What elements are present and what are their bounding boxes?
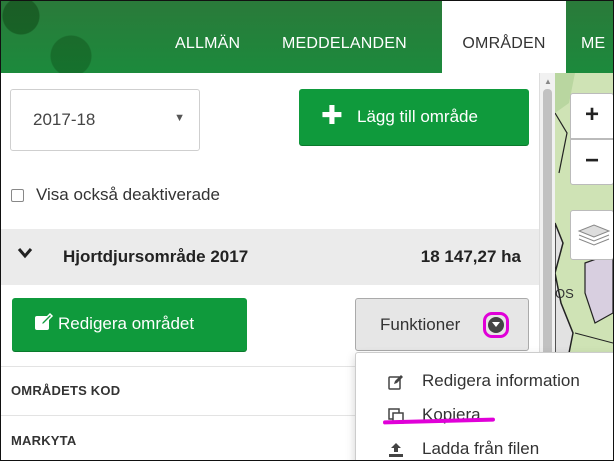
area-size: 18 147,27 ha <box>420 247 521 266</box>
plus-icon: ✚ <box>321 100 343 130</box>
season-select-value: 2017-18 <box>33 110 96 129</box>
add-area-button[interactable]: ✚ Lägg till område <box>299 89 529 145</box>
functions-menu: Redigera information Kopiera Ladda från … <box>355 352 613 460</box>
zoom-out-button[interactable]: − <box>570 139 613 185</box>
add-area-button-label: Lägg till område <box>357 107 478 126</box>
menu-item-load-from-file[interactable]: Ladda från filen <box>356 433 613 460</box>
layers-icon <box>577 221 611 256</box>
season-select[interactable]: 2017-18 ▼ <box>10 89 200 151</box>
scroll-up-icon[interactable]: ▲ <box>544 77 552 86</box>
edit-area-button-label: Redigera området <box>58 314 195 333</box>
menu-item-label: Redigera information <box>422 371 580 390</box>
map-place-label: OS <box>555 286 574 301</box>
tab-allman[interactable]: ALLMÄN <box>175 1 240 73</box>
zoom-in-button[interactable]: + <box>570 93 613 139</box>
field-label-land-area: MARKYTA <box>11 433 77 448</box>
area-name: Hjortdjursområde 2017 <box>63 247 249 266</box>
upload-icon <box>388 442 404 458</box>
chevron-down-icon[interactable] <box>17 246 33 264</box>
edit-icon <box>388 374 404 390</box>
menu-item-label: Ladda från filen <box>422 439 540 458</box>
tab-omraden[interactable]: OMRÅDEN <box>442 1 566 75</box>
show-deactivated-label[interactable]: Visa också deaktiverade <box>36 185 220 205</box>
area-header[interactable]: Hjortdjursområde 2017 18 147,27 ha <box>1 229 539 285</box>
menu-item-copy[interactable]: Kopiera <box>356 399 613 433</box>
tab-me[interactable]: ME <box>581 1 605 73</box>
field-label-area-code: OMRÅDETS KOD <box>11 383 121 398</box>
chevron-down-icon: ▼ <box>174 112 185 124</box>
show-deactivated-checkbox[interactable] <box>11 189 24 202</box>
menu-item-edit-information[interactable]: Redigera information <box>356 365 613 399</box>
edit-area-button[interactable]: Redigera området <box>12 298 247 351</box>
layers-button[interactable] <box>570 210 613 260</box>
functions-button-label: Funktioner <box>380 315 461 334</box>
functions-button[interactable]: Funktioner <box>355 298 529 351</box>
app-frame: ALLMÄN MEDDELANDEN OMRÅDEN ME 2017-18 ▼ … <box>0 0 614 461</box>
top-navigation: ALLMÄN MEDDELANDEN OMRÅDEN ME <box>1 1 613 75</box>
edit-icon <box>34 312 54 332</box>
tab-meddelanden[interactable]: MEDDELANDEN <box>282 1 407 73</box>
highlight-annotation <box>483 312 509 338</box>
